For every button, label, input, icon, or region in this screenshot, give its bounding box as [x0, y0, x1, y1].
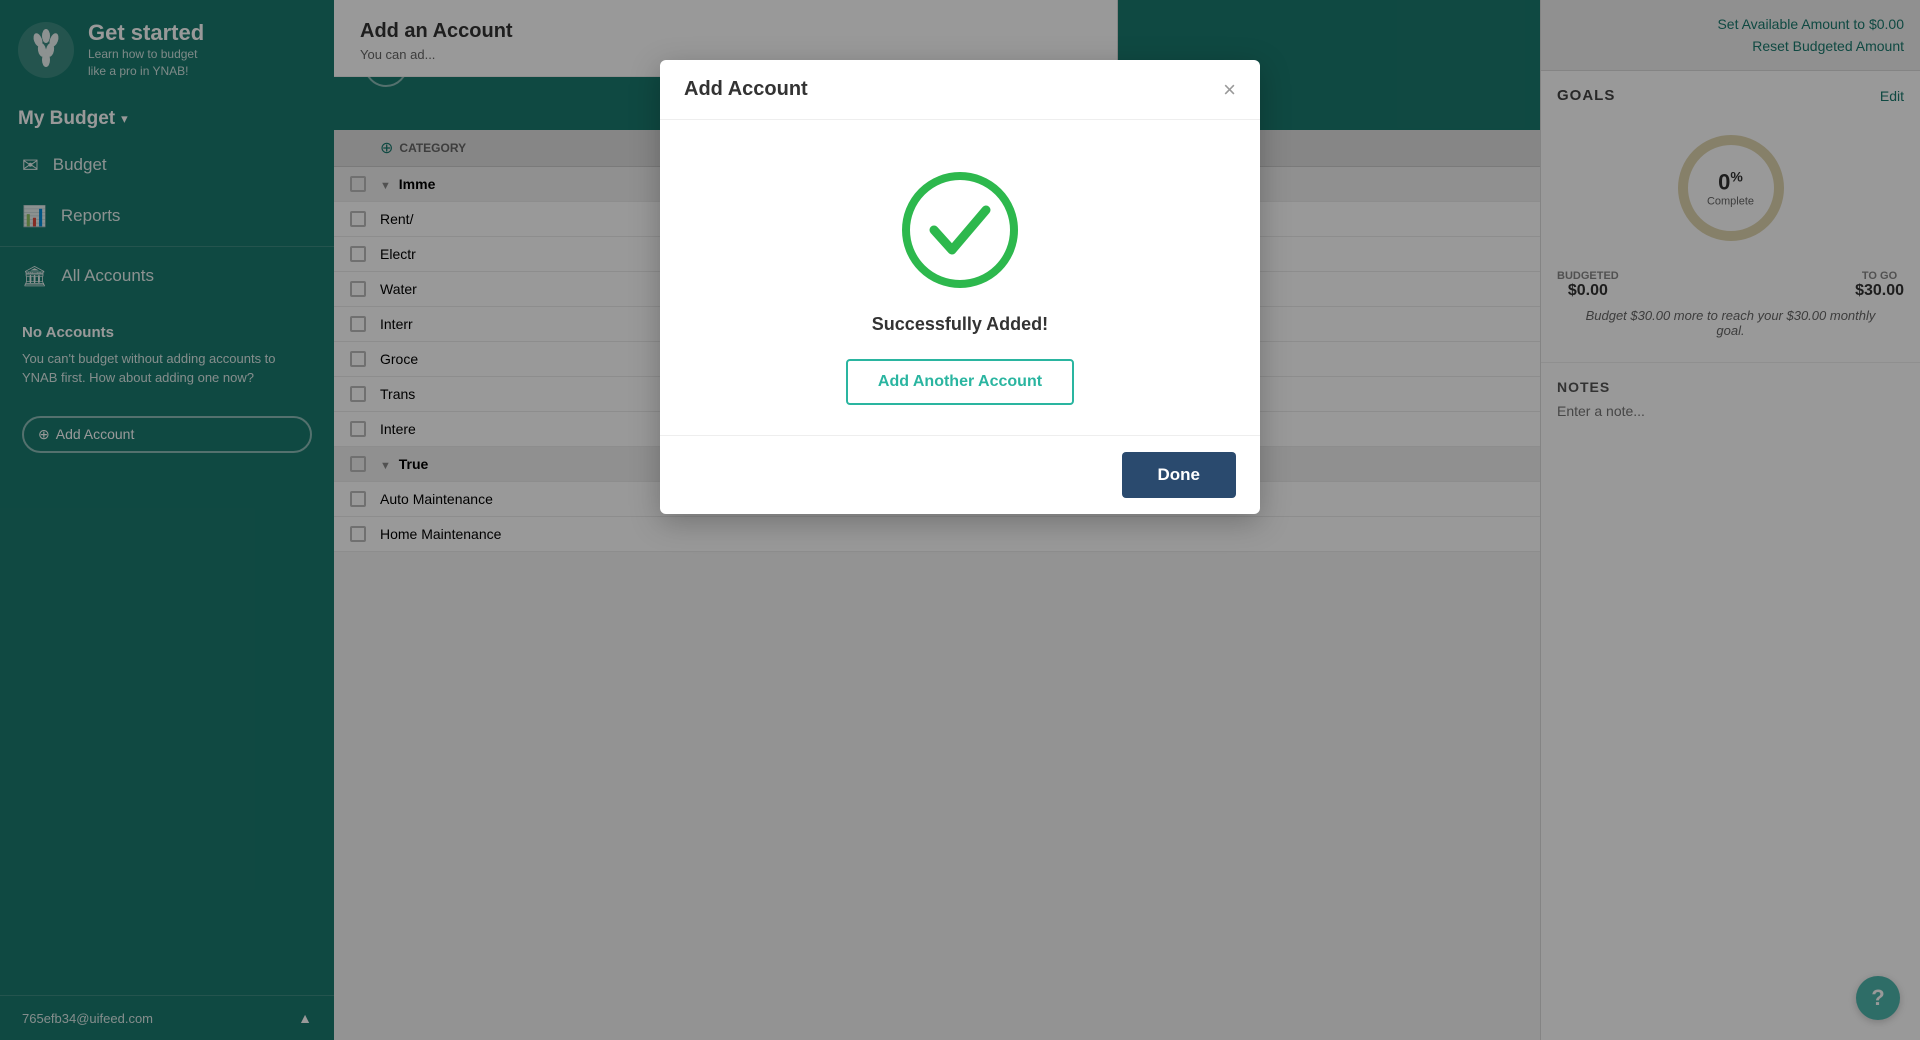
- modal-body: Successfully Added! Add Another Account: [660, 120, 1260, 435]
- success-text: Successfully Added!: [872, 314, 1048, 335]
- modal-footer: Done: [660, 435, 1260, 514]
- add-account-modal: Add Account × Successfully Added! Add An…: [660, 60, 1260, 514]
- modal-close-button[interactable]: ×: [1223, 79, 1236, 101]
- done-button[interactable]: Done: [1122, 452, 1237, 498]
- modal-overlay: Add Account × Successfully Added! Add An…: [0, 0, 1920, 1040]
- add-another-account-button[interactable]: Add Another Account: [846, 359, 1074, 405]
- modal-title: Add Account: [684, 78, 808, 101]
- modal-header: Add Account ×: [660, 60, 1260, 120]
- success-icon: [900, 170, 1020, 290]
